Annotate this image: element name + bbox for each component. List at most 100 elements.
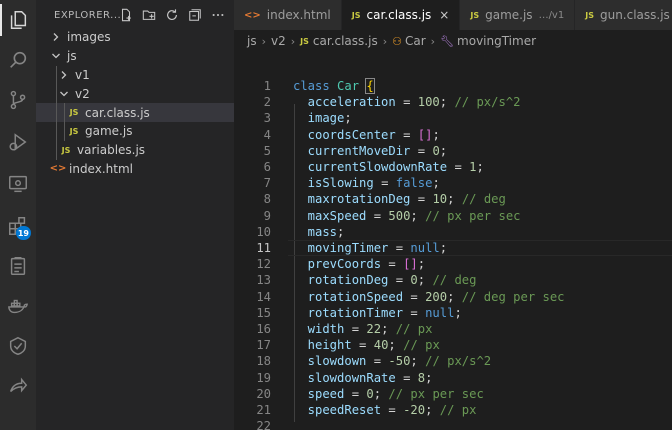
code-token: 100 — [417, 95, 440, 110]
code-line[interactable]: 8 maxrotationDeg = 10; // deg — [234, 191, 672, 207]
line-number: 18 — [256, 354, 271, 369]
extensions-icon[interactable]: 19 — [0, 206, 36, 246]
code-token: ; — [388, 338, 404, 353]
close-icon[interactable]: × — [439, 8, 449, 22]
code-text: class Car { — [293, 78, 375, 94]
code-token: ; — [439, 241, 448, 255]
docker-icon[interactable] — [0, 286, 36, 326]
tab-car-class-js[interactable]: JS car.class.js × — [341, 0, 461, 30]
code-token: ; — [344, 111, 352, 126]
class-symbol-icon: ⚇ — [392, 34, 402, 48]
line-number: 8 — [263, 192, 271, 207]
checklist-icon[interactable] — [0, 326, 36, 366]
code-line[interactable]: 2 acceleration = 100; // px/s^2 — [234, 94, 672, 110]
code-line[interactable]: 5 currentMoveDir = 0; — [234, 143, 672, 159]
tab-index-html[interactable]: <> index.html — [234, 0, 342, 30]
tree-item-game-js[interactable]: JS game.js — [36, 121, 234, 141]
breadcrumb-v2[interactable]: v2 — [271, 34, 286, 48]
tree-item-v2[interactable]: v2 — [36, 84, 234, 104]
code-text: slowdownRate = 8; — [293, 370, 433, 385]
breadcrumb-property[interactable]: movingTimer — [457, 34, 536, 48]
code-token: ; — [476, 160, 484, 174]
code-line[interactable]: 15 rotationTimer = null; — [234, 305, 672, 321]
tab-label: index.html — [266, 8, 331, 22]
code-line[interactable]: 9 maxSpeed = 500; // px per sec — [234, 208, 672, 224]
code-line[interactable]: 16 width = 22; // px — [234, 321, 672, 337]
code-token: null — [410, 241, 440, 255]
line-number: 3 — [263, 111, 271, 126]
tree-item-images[interactable]: images — [36, 28, 234, 47]
run-debug-icon[interactable] — [0, 122, 36, 162]
tab-gun-class-js[interactable]: JS gun.class.js — [575, 0, 672, 30]
code-token: width — [293, 322, 352, 336]
line-number: 1 — [263, 79, 271, 93]
code-text: movingTimer = null; — [293, 241, 447, 255]
files-icon[interactable] — [0, 0, 36, 40]
explorer-header: EXPLORER... — [36, 0, 234, 30]
code-line[interactable]: 19 slowdownRate = 8; — [234, 370, 672, 386]
js-file-icon: JS — [470, 10, 480, 20]
code-token: slowdownRate — [293, 370, 404, 385]
chevron-right-icon[interactable] — [50, 31, 62, 43]
code-line[interactable]: 10 mass; — [234, 224, 672, 240]
line-number: 19 — [256, 370, 271, 385]
editor-tabs: <> index.html JS car.class.js × JS game.js …/v1… — [234, 0, 672, 30]
code-line[interactable]: 4 coordsCenter = []; — [234, 127, 672, 143]
tree-indent-guide — [56, 103, 57, 122]
collapse-all-icon[interactable] — [187, 7, 203, 23]
new-file-icon[interactable] — [118, 7, 134, 23]
more-actions-icon[interactable] — [210, 7, 226, 23]
tree-item-v1[interactable]: v1 — [36, 65, 234, 85]
code-line[interactable]: 13 rotationDeg = 0; // deg — [234, 272, 672, 288]
code-line[interactable]: 3 image; — [234, 110, 672, 126]
code-token: = — [403, 370, 418, 385]
code-token: = — [388, 403, 404, 417]
code-token: null — [425, 305, 455, 320]
chevron-right-icon[interactable] — [58, 69, 70, 81]
code-line[interactable]: 1 class Car { — [234, 78, 672, 94]
tree-item-car-class-js[interactable]: JS car.class.js — [36, 103, 234, 122]
code-editor[interactable]: 1 class Car {2 acceleration = 100; // px/… — [234, 52, 672, 430]
code-line[interactable]: 11 movingTimer = null; — [234, 240, 672, 256]
code-token: rotationDeg — [293, 273, 396, 288]
code-line[interactable]: 17 height = 40; // px — [234, 337, 672, 353]
code-token: = — [351, 322, 367, 336]
search-icon[interactable] — [0, 40, 36, 80]
chevron-down-icon[interactable] — [50, 50, 62, 62]
code-line[interactable]: 6 currentSlowdownRate = 1; — [234, 159, 672, 175]
tree-item-js[interactable]: js — [36, 47, 234, 66]
code-token: // deg per sec — [461, 289, 565, 304]
code-token: ; — [417, 273, 433, 288]
tab-game-js[interactable]: JS game.js …/v1 — [460, 0, 576, 30]
code-token: 40 — [373, 338, 389, 353]
code-token: 22 — [366, 322, 382, 336]
remote-explorer-icon[interactable] — [0, 164, 36, 204]
code-line[interactable]: 12 prevCoords = []; — [234, 256, 672, 272]
code-line[interactable]: 14 rotationSpeed = 200; // deg per sec — [234, 289, 672, 305]
live-share-icon[interactable] — [0, 366, 36, 406]
code-line[interactable]: 7 isSlowing = false; — [234, 175, 672, 191]
chevron-right-icon: › — [430, 34, 436, 48]
breadcrumb-class[interactable]: Car — [405, 34, 426, 48]
testing-icon[interactable] — [0, 246, 36, 286]
tree-item-index-html[interactable]: <> index.html — [36, 160, 234, 179]
breadcrumb-js[interactable]: js — [247, 34, 257, 48]
code-token: // px — [395, 322, 433, 336]
breadcrumb-file[interactable]: car.class.js — [313, 34, 378, 48]
code-token: image — [293, 111, 345, 126]
new-folder-icon[interactable] — [141, 7, 157, 23]
chevron-down-icon[interactable] — [58, 88, 70, 100]
code-token: ; — [432, 176, 440, 191]
source-control-icon[interactable] — [0, 80, 36, 120]
code-line[interactable]: 20 speed = 0; // px per sec — [234, 386, 672, 402]
tree-item-label: v1 — [75, 67, 90, 82]
code-line[interactable]: 21 speedReset = -20; // px — [234, 402, 672, 418]
property-symbol-icon: 🔧︎ — [440, 34, 455, 48]
code-text: rotationTimer = null; — [293, 306, 462, 320]
code-token: = — [373, 208, 389, 223]
code-line[interactable]: 18 slowdown = -50; // px/s^2 — [234, 353, 672, 369]
tree-item-variables-js[interactable]: JS variables.js — [36, 140, 234, 160]
code-line[interactable]: 22 — [234, 418, 672, 430]
refresh-icon[interactable] — [164, 7, 180, 23]
code-token: 200 — [425, 289, 448, 304]
